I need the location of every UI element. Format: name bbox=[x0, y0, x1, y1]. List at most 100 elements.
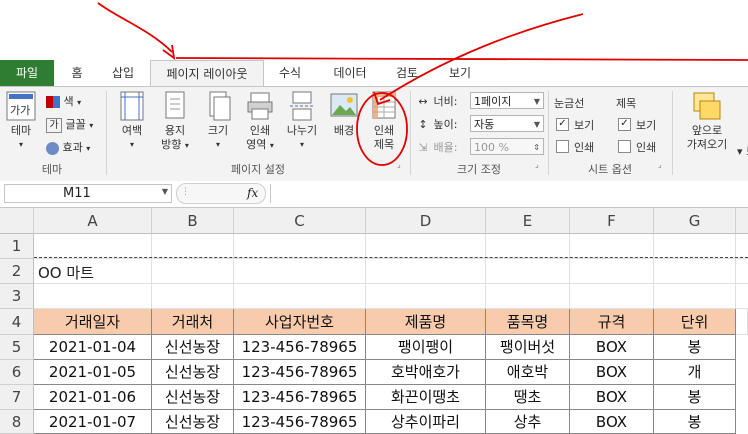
row-header-1[interactable]: 1 bbox=[0, 234, 34, 259]
width-select[interactable]: 1페이지 ▼ bbox=[470, 92, 544, 109]
cell-unit[interactable]: 개 bbox=[654, 360, 736, 385]
headings-view-checkbox[interactable]: ✓ bbox=[618, 118, 631, 131]
column-header-f[interactable]: F bbox=[570, 208, 654, 234]
sheet-title-cell[interactable]: OO 마트 bbox=[38, 262, 94, 283]
sheet-options-launcher-icon[interactable]: ⌟ bbox=[658, 160, 662, 169]
headings-print-checkbox[interactable] bbox=[618, 140, 631, 153]
gridlines-view-checkbox[interactable]: ✓ bbox=[556, 118, 569, 131]
cell-spec[interactable]: BOX bbox=[570, 410, 654, 434]
row-header-6[interactable]: 6 bbox=[0, 360, 34, 385]
bring-forward-label-1: 앞으로 bbox=[691, 124, 723, 137]
cell-product[interactable]: 상추이파리 bbox=[366, 410, 486, 434]
bring-forward-button[interactable]: 앞으로 가져오기 bbox=[678, 91, 736, 152]
page-size-icon bbox=[209, 91, 231, 121]
cell-date[interactable]: 2021-01-07 bbox=[34, 410, 152, 434]
header-cell-spec[interactable]: 규격 bbox=[570, 309, 654, 335]
header-cell-product[interactable]: 제품명 bbox=[366, 309, 486, 335]
print-titles-button[interactable]: 인쇄 제목 bbox=[364, 91, 404, 152]
cell-item[interactable]: 땡초 bbox=[486, 385, 570, 410]
tab-home[interactable]: 홈 bbox=[62, 60, 92, 86]
gridlines-print-checkbox[interactable] bbox=[556, 140, 569, 153]
gridlines-heading: 눈금선 bbox=[554, 97, 585, 110]
column-header-partial[interactable] bbox=[736, 208, 748, 234]
header-cell-business-no[interactable]: 사업자번호 bbox=[234, 309, 366, 335]
cell-vendor[interactable]: 신선농장 bbox=[152, 360, 234, 385]
name-box[interactable]: M11 ▼ bbox=[4, 184, 172, 203]
row-header-8[interactable]: 8 bbox=[0, 410, 34, 434]
formula-input[interactable] bbox=[270, 184, 748, 203]
theme-fonts-label: 글꼴 bbox=[65, 118, 86, 131]
header-cell-date[interactable]: 거래일자 bbox=[34, 309, 152, 335]
margins-button[interactable]: 여백 ▾ bbox=[112, 91, 152, 152]
tab-file[interactable]: 파일 bbox=[0, 60, 54, 86]
table-row: 2021-01-06 신선농장 123-456-78965 화끈이땡초 땡초 B… bbox=[34, 385, 748, 410]
cell-item[interactable]: 팽이버섯 bbox=[486, 335, 570, 360]
column-header-a[interactable]: A bbox=[34, 208, 152, 234]
cell-unit[interactable]: 봉 bbox=[654, 410, 736, 434]
column-header-c[interactable]: C bbox=[234, 208, 366, 234]
tab-data[interactable]: 데이터 bbox=[326, 60, 374, 86]
themes-button[interactable]: 가가 테마 ▾ bbox=[4, 91, 38, 152]
empty-rows[interactable] bbox=[34, 234, 748, 309]
cell-product[interactable]: 화끈이땡초 bbox=[366, 385, 486, 410]
tab-review[interactable]: 검토 bbox=[387, 60, 427, 86]
orientation-icon bbox=[165, 91, 185, 119]
cell-spec[interactable]: BOX bbox=[570, 385, 654, 410]
print-area-button[interactable]: 인쇄 영역 ▾ bbox=[240, 91, 280, 153]
cell-vendor[interactable]: 신선농장 bbox=[152, 335, 234, 360]
sheet-options-group-label: 시트 옵션 bbox=[588, 163, 632, 176]
height-label: 높이: bbox=[433, 118, 458, 131]
annotation-arrow-1 bbox=[97, 2, 173, 53]
scale-launcher-icon[interactable]: ⌟ bbox=[535, 160, 539, 169]
theme-fonts-button[interactable]: 가 글꼴 ▾ bbox=[46, 116, 93, 133]
cell-date[interactable]: 2021-01-04 bbox=[34, 335, 152, 360]
effects-icon bbox=[46, 141, 59, 155]
select-all-corner[interactable] bbox=[0, 208, 34, 234]
column-header-e[interactable]: E bbox=[486, 208, 570, 234]
row-header-3[interactable]: 3 bbox=[0, 284, 34, 309]
row-header-4[interactable]: 4 bbox=[0, 309, 34, 335]
column-header-b[interactable]: B bbox=[152, 208, 234, 234]
header-cell-vendor[interactable]: 거래처 bbox=[152, 309, 234, 335]
scale-spinner[interactable]: 100 % ⇕ bbox=[470, 138, 544, 155]
cell-business-no[interactable]: 123-456-78965 bbox=[234, 335, 366, 360]
cell-date[interactable]: 2021-01-06 bbox=[34, 385, 152, 410]
cell-spec[interactable]: BOX bbox=[570, 360, 654, 385]
cell-unit[interactable]: 봉 bbox=[654, 385, 736, 410]
row-header-5[interactable]: 5 bbox=[0, 335, 34, 360]
row-header-2[interactable]: 2 bbox=[0, 259, 34, 284]
size-button[interactable]: 크기 ▾ bbox=[198, 91, 238, 152]
handle-icon[interactable]: ⋮ bbox=[181, 187, 190, 197]
margins-label: 여백 bbox=[121, 124, 143, 137]
theme-effects-button[interactable]: 효과 ▾ bbox=[46, 139, 90, 155]
cell-business-no[interactable]: 123-456-78965 bbox=[234, 385, 366, 410]
page-setup-launcher-icon[interactable]: ⌟ bbox=[397, 160, 401, 169]
header-cell-unit[interactable]: 단위 bbox=[654, 309, 736, 335]
background-button[interactable]: 배경 bbox=[325, 91, 363, 138]
row-header-7[interactable]: 7 bbox=[0, 385, 34, 410]
cell-product[interactable]: 팽이팽이 bbox=[366, 335, 486, 360]
tab-insert[interactable]: 삽입 bbox=[104, 60, 142, 86]
header-cell-item[interactable]: 품목명 bbox=[486, 309, 570, 335]
theme-colors-button[interactable]: 색 ▾ bbox=[46, 93, 81, 109]
cell-business-no[interactable]: 123-456-78965 bbox=[234, 360, 366, 385]
cell-vendor[interactable]: 신선농장 bbox=[152, 385, 234, 410]
cell-item[interactable]: 상추 bbox=[486, 410, 570, 434]
tab-view[interactable]: 보기 bbox=[440, 60, 480, 86]
breaks-button[interactable]: 나누기 ▾ bbox=[282, 91, 322, 152]
insert-function-icon[interactable]: fx bbox=[247, 186, 258, 200]
height-select[interactable]: 자동 ▼ bbox=[470, 115, 544, 132]
cell-unit[interactable]: 봉 bbox=[654, 335, 736, 360]
column-header-d[interactable]: D bbox=[366, 208, 486, 234]
cell-vendor[interactable]: 신선농장 bbox=[152, 410, 234, 434]
orientation-button[interactable]: 용지 방향 ▾ bbox=[155, 91, 195, 153]
cell-business-no[interactable]: 123-456-78965 bbox=[234, 410, 366, 434]
cell-product[interactable]: 호박애호가 bbox=[366, 360, 486, 385]
cell-item[interactable]: 애호박 bbox=[486, 360, 570, 385]
cell-date[interactable]: 2021-01-05 bbox=[34, 360, 152, 385]
tab-formulas[interactable]: 수식 bbox=[270, 60, 310, 86]
column-header-g[interactable]: G bbox=[654, 208, 736, 234]
themes-icon: 가가 bbox=[6, 91, 36, 121]
cell-spec[interactable]: BOX bbox=[570, 335, 654, 360]
tab-page-layout[interactable]: 페이지 레이아웃 bbox=[150, 60, 264, 87]
